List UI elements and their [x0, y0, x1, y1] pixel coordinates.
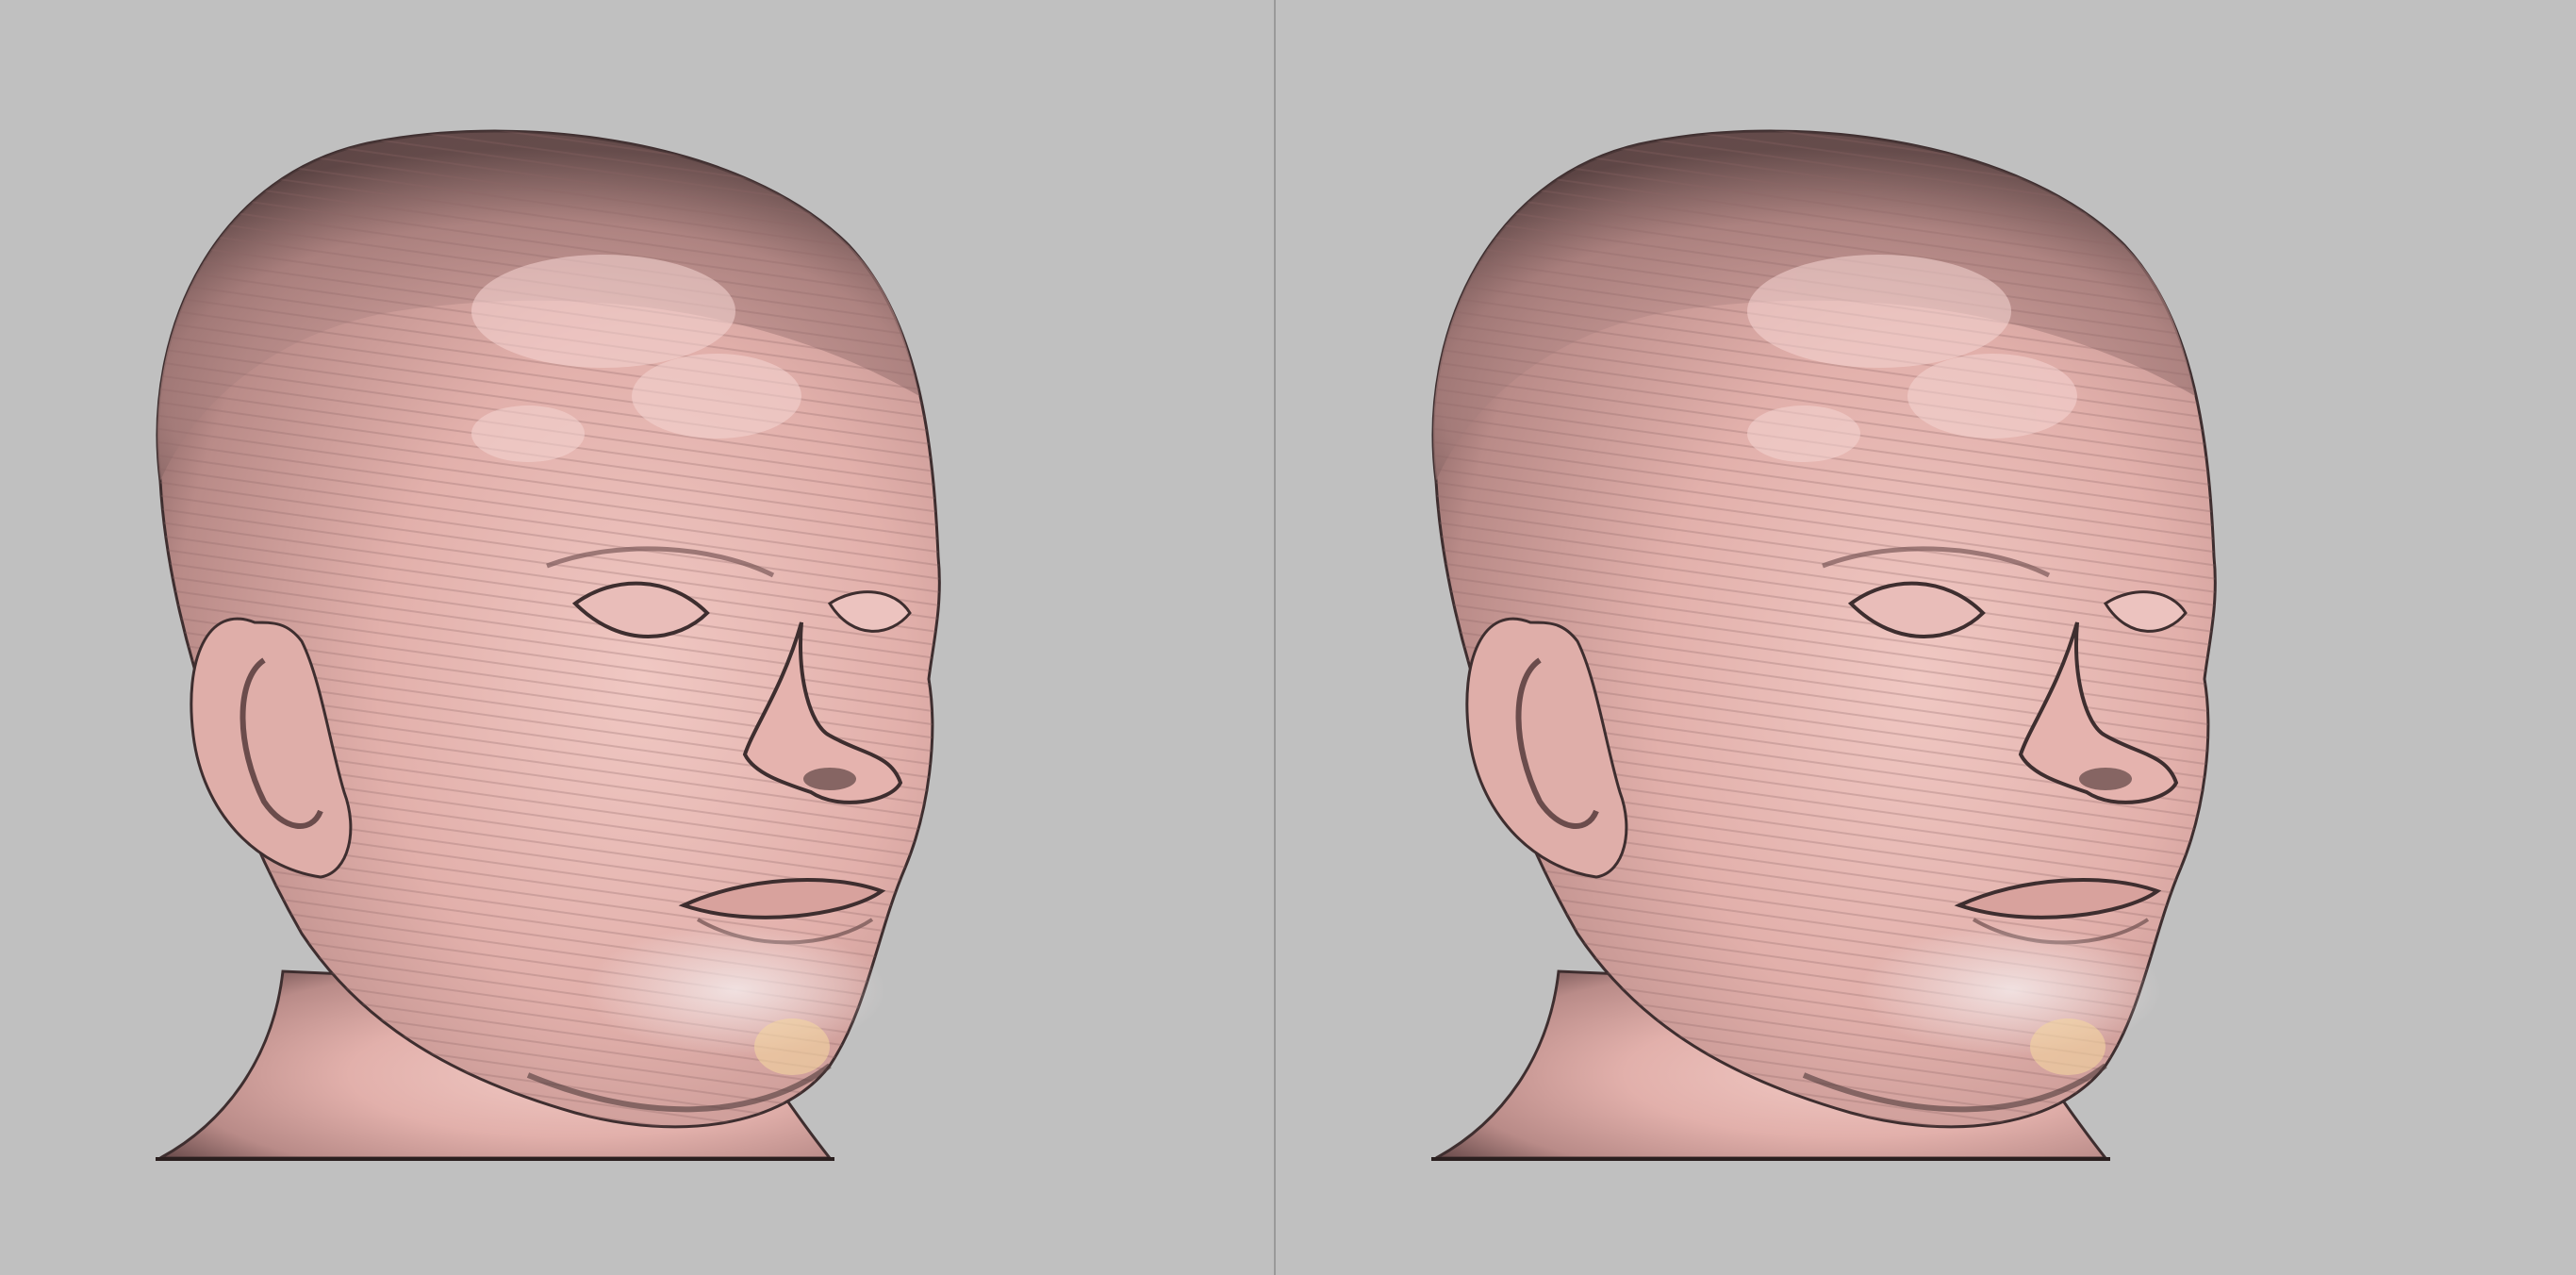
right-3d-viewport[interactable] [1276, 0, 2576, 1275]
head-model-svg [156, 129, 941, 1161]
chin-yellow-patch [2030, 1018, 2105, 1075]
nostril [2079, 768, 2132, 790]
chin-yellow-patch [754, 1018, 830, 1075]
head-model-svg-right [1431, 129, 2217, 1161]
chin-highlight [1860, 924, 2162, 1056]
head-render-right [1276, 0, 2550, 1275]
left-3d-viewport[interactable] [0, 0, 1274, 1275]
head-render-left [0, 0, 1274, 1275]
chin-highlight [585, 924, 886, 1056]
application-window [0, 0, 2576, 1275]
nostril [803, 768, 856, 790]
